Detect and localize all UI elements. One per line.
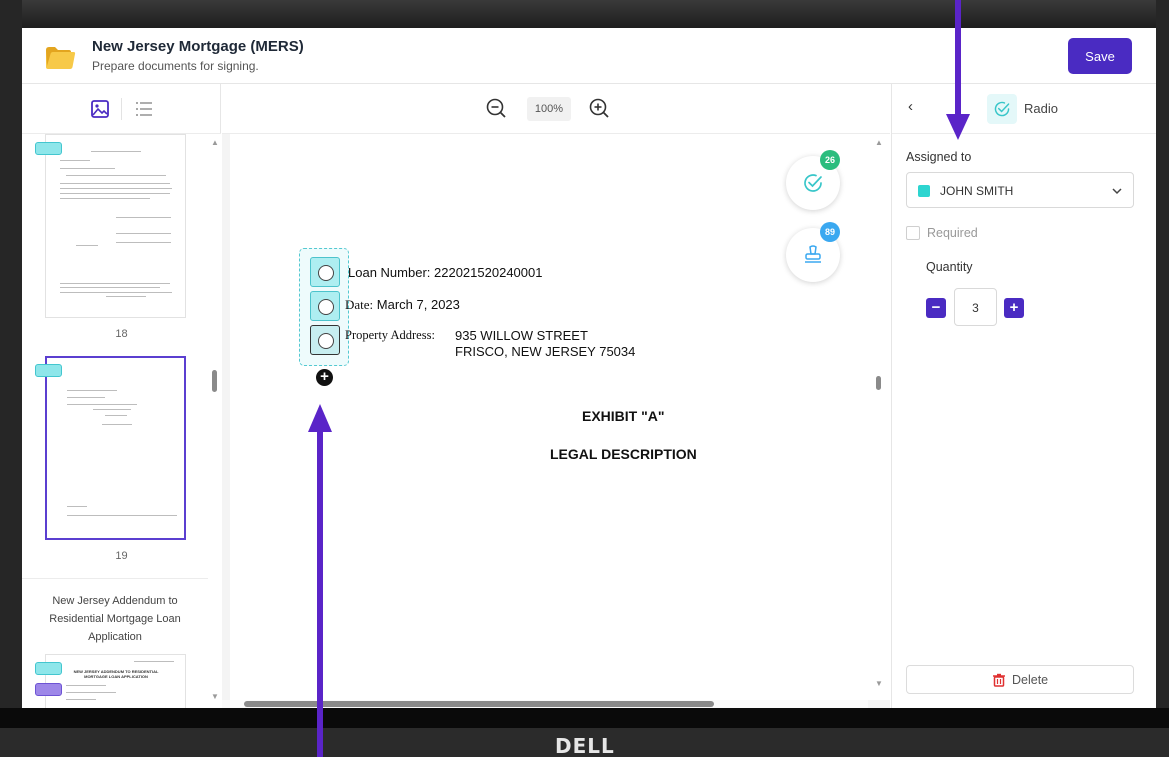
assignee-name: JOHN SMITH bbox=[940, 184, 1014, 198]
next-doc-thumb-title: NEW JERSEY ADDENDUM TO RESIDENTIAL MORTG… bbox=[73, 669, 159, 679]
date-value: March 7, 2023 bbox=[376, 297, 460, 312]
zoom-level[interactable]: 100% bbox=[527, 97, 571, 121]
check-circle-icon bbox=[994, 101, 1010, 117]
exhibit-heading: EXHIBIT "A" bbox=[582, 408, 665, 424]
thumbnail-field-tag bbox=[35, 364, 62, 377]
delete-label: Delete bbox=[1012, 673, 1049, 687]
assignee-select[interactable]: JOHN SMITH bbox=[906, 172, 1134, 208]
document-subtitle: Prepare documents for signing. bbox=[92, 59, 259, 73]
thumbnail-field-tag bbox=[35, 142, 62, 155]
required-label: Required bbox=[927, 226, 978, 240]
quantity-label: Quantity bbox=[926, 260, 973, 274]
app-screen: New Jersey Mortgage (MERS) Prepare docum… bbox=[22, 28, 1156, 708]
assignee-color-swatch bbox=[918, 185, 930, 197]
app-header: New Jersey Mortgage (MERS) Prepare docum… bbox=[22, 28, 1156, 84]
property-address-label: Property Address: bbox=[345, 328, 435, 342]
field-type-label: Radio bbox=[1024, 101, 1058, 116]
required-checkbox[interactable] bbox=[906, 226, 920, 240]
annotation-arrow-down bbox=[946, 0, 970, 140]
laptop-bezel-left bbox=[0, 0, 22, 757]
back-chevron-icon[interactable]: ‹ bbox=[908, 98, 913, 115]
properties-header: ‹ Radio bbox=[892, 84, 1156, 134]
page-thumbnail-19[interactable] bbox=[45, 356, 186, 540]
trash-icon bbox=[993, 673, 1005, 687]
sidebar-scroll-thumb[interactable] bbox=[212, 370, 217, 392]
thumbnail-field-tag bbox=[35, 662, 62, 675]
folder-icon bbox=[46, 47, 76, 69]
radio-option-3[interactable] bbox=[310, 325, 340, 355]
signed-fields-button[interactable]: 26 bbox=[786, 150, 840, 210]
annotation-arrow-up bbox=[308, 404, 332, 757]
sidebar-toolbar bbox=[22, 84, 221, 134]
stamp-fields-button[interactable]: 89 bbox=[786, 222, 840, 282]
laptop-bezel-right bbox=[1156, 0, 1169, 757]
add-radio-option-button[interactable]: + bbox=[316, 369, 333, 386]
thumbnail-list: 18 19 New Jersey Addendum to Residential… bbox=[22, 134, 221, 708]
laptop-bezel-top bbox=[0, 0, 1169, 28]
quantity-input[interactable]: 3 bbox=[954, 288, 997, 326]
assigned-to-label: Assigned to bbox=[906, 150, 972, 164]
radio-circle-icon bbox=[318, 265, 334, 281]
list-view-icon[interactable] bbox=[134, 99, 154, 119]
radio-circle-icon bbox=[318, 333, 334, 349]
loan-number-value: 222021520240001 bbox=[434, 265, 543, 280]
save-button[interactable]: Save bbox=[1068, 38, 1132, 74]
radio-circle-icon bbox=[318, 299, 334, 315]
radio-option-2[interactable] bbox=[310, 291, 340, 321]
loan-number-label: Loan Number: bbox=[348, 265, 431, 280]
date-label: Date: bbox=[345, 297, 374, 312]
document-title: New Jersey Mortgage (MERS) bbox=[92, 38, 304, 55]
zoom-out-icon[interactable] bbox=[485, 97, 507, 119]
document-separator bbox=[22, 578, 208, 579]
radio-field-group[interactable] bbox=[299, 248, 349, 366]
zoom-toolbar: 100% bbox=[222, 84, 890, 134]
quantity-decrement-button[interactable]: − bbox=[926, 298, 946, 318]
page-number-19: 19 bbox=[115, 550, 128, 562]
loan-number-line: Loan Number: 222021520240001 bbox=[348, 265, 542, 280]
field-properties-panel: ‹ Radio Assigned to JOHN SMITH Required … bbox=[891, 84, 1156, 708]
page-thumbnail-next[interactable]: NEW JERSEY ADDENDUM TO RESIDENTIAL MORTG… bbox=[45, 654, 186, 708]
thumbnail-sidebar: 18 19 New Jersey Addendum to Residential… bbox=[22, 84, 221, 708]
property-address-line1: 935 WILLOW STREET bbox=[455, 328, 588, 343]
radio-option-1[interactable] bbox=[310, 257, 340, 287]
viewer-scroll-thumb[interactable] bbox=[876, 376, 881, 390]
check-circle-icon bbox=[804, 174, 822, 192]
date-line: Date: March 7, 2023 bbox=[345, 297, 460, 313]
property-address-line2: FRISCO, NEW JERSEY 75034 bbox=[455, 344, 636, 359]
chevron-down-icon bbox=[1112, 188, 1122, 195]
stamp-icon bbox=[805, 245, 821, 263]
legal-description-heading: LEGAL DESCRIPTION bbox=[550, 446, 697, 462]
viewer-vertical-scrollbar[interactable]: ▲ ▼ bbox=[868, 134, 890, 700]
dell-logo: DELL bbox=[555, 734, 615, 757]
signed-count-badge: 26 bbox=[820, 150, 840, 170]
zoom-in-icon[interactable] bbox=[588, 97, 610, 119]
page-thumbnail-18[interactable] bbox=[45, 134, 186, 318]
radio-type-icon bbox=[987, 94, 1017, 124]
stamp-count-badge: 89 bbox=[820, 222, 840, 242]
next-document-title[interactable]: New Jersey Addendum to Residential Mortg… bbox=[34, 592, 196, 646]
delete-field-button[interactable]: Delete bbox=[906, 665, 1134, 694]
thumbnail-field-tag bbox=[35, 683, 62, 696]
page-number-18: 18 bbox=[115, 328, 128, 340]
quantity-increment-button[interactable]: + bbox=[1004, 298, 1024, 318]
sidebar-scrollbar[interactable]: ▲ ▼ bbox=[209, 134, 221, 708]
image-view-icon[interactable] bbox=[90, 99, 110, 119]
toolbar-divider bbox=[121, 98, 122, 120]
